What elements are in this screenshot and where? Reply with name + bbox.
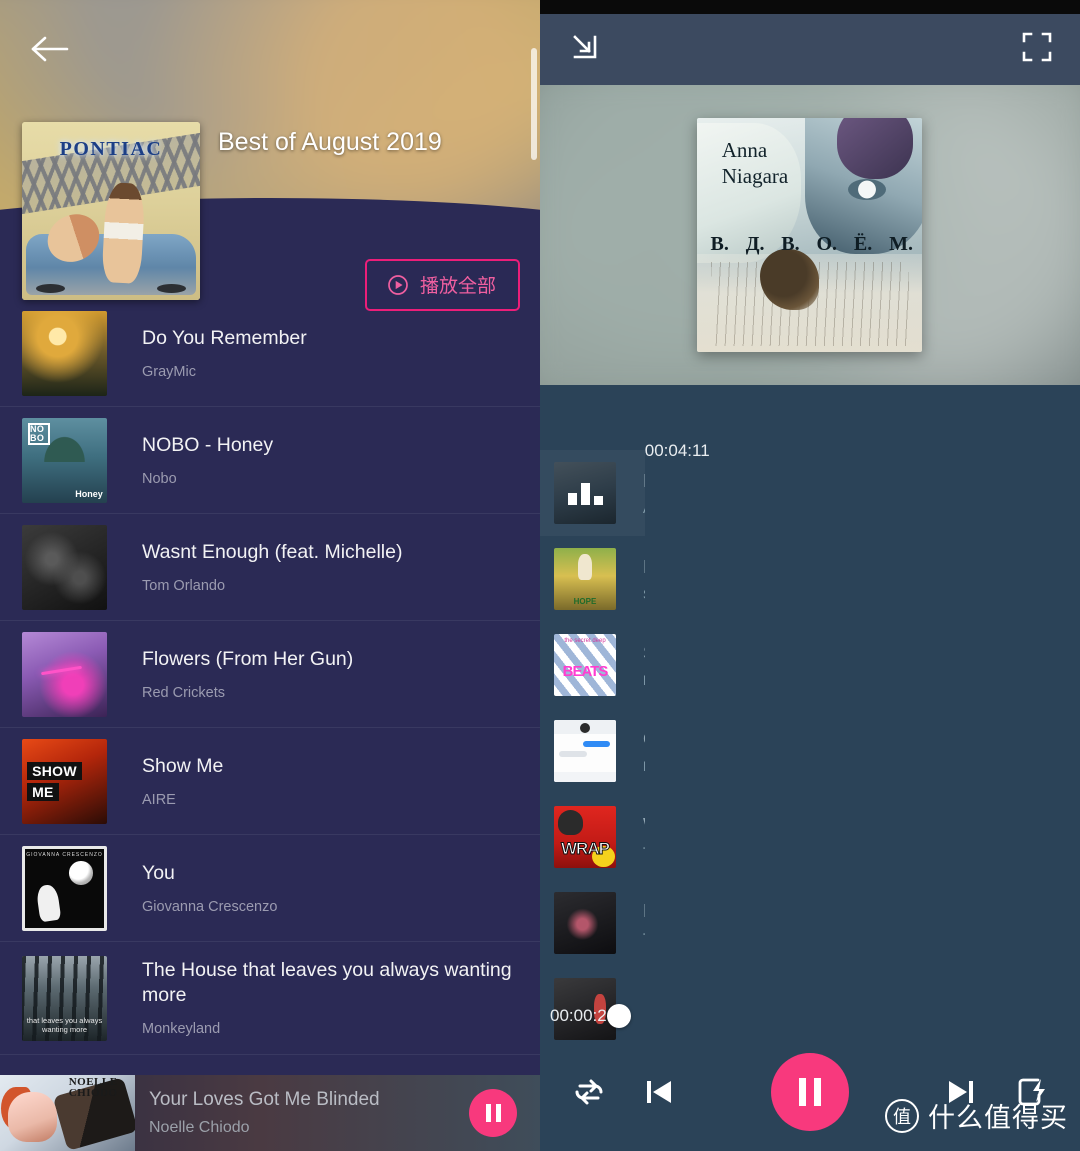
track-artwork: [22, 631, 107, 717]
track-meta: Do You Remember GrayMic: [142, 326, 524, 381]
track-meta: Flowers (From Her Gun) Red Crickets: [142, 647, 524, 702]
track-artist: Giovanna Crescenzo: [142, 898, 278, 915]
artwork-label: NOELLE CHIODO: [68, 1076, 118, 1100]
queue-artwork: the secret deep BEATS: [554, 634, 616, 696]
table-row[interactable]: Flowers (From Her Gun) Red Crickets: [0, 621, 540, 728]
table-row[interactable]: that leaves you always wanting more The …: [0, 942, 540, 1055]
artwork-label-secondary: Honey: [75, 489, 103, 500]
queue-artwork: [554, 720, 616, 782]
cover-art-label: PONTIAC: [59, 138, 163, 161]
track-title: Show Me: [142, 754, 224, 777]
track-artist: Monkeyland: [142, 1021, 221, 1037]
play-all-label: 播放全部: [419, 276, 496, 297]
track-artwork: SHOW ME: [22, 738, 107, 824]
pause-icon[interactable]: [469, 1089, 517, 1137]
artwork-label: SHOW: [27, 762, 82, 781]
page-title: Best of August 2019: [218, 128, 442, 156]
status-bar: [540, 0, 1080, 14]
queue-artwork: [554, 462, 616, 524]
track-artwork: [22, 310, 107, 396]
queue-artwork: HOPE: [554, 548, 616, 610]
track-title: Do You Remember: [142, 326, 307, 349]
track-title: Wasnt Enough (feat. Michelle): [142, 540, 403, 563]
artwork-label: HOPE: [573, 597, 597, 607]
pause-icon[interactable]: [771, 1052, 849, 1131]
mini-player-artist: Noelle Chiodo: [149, 1119, 250, 1136]
artwork-label: BEATS: [562, 662, 609, 680]
playlist-cover-art[interactable]: PONTIAC: [22, 122, 200, 300]
repeat-icon[interactable]: [558, 1073, 620, 1111]
mini-player-bar[interactable]: NOELLE CHIODO Your Loves Got Me Blinded …: [0, 1075, 540, 1151]
track-meta: You Giovanna Crescenzo: [142, 861, 524, 916]
track-title: Flowers (From Her Gun): [142, 647, 354, 670]
track-artist: Tom Orlando: [142, 577, 226, 594]
queue-artwork: WRAP: [554, 806, 616, 868]
artwork-label: GIOVANNA CRESCENZO: [26, 851, 103, 858]
current-time-label: 00:00:2: [550, 1006, 607, 1025]
mini-player-artwork: NOELLE CHIODO: [0, 1075, 135, 1151]
artwork-label-secondary: ME: [27, 782, 59, 801]
collapse-down-right-icon[interactable]: [568, 30, 602, 69]
playlist-scrollbar[interactable]: [531, 48, 537, 160]
player-controls: [540, 1032, 1080, 1151]
artwork-label: that leaves you always wanting more: [26, 1015, 103, 1034]
track-list: Do You Remember GrayMic NO BO Honey NOBO…: [0, 300, 540, 1151]
skip-previous-icon[interactable]: [620, 1075, 698, 1109]
track-title: The House that leaves you always wanting…: [142, 959, 512, 1006]
mini-player-meta: Your Loves Got Me Blinded Noelle Chiodo: [135, 1088, 469, 1138]
track-meta: Wasnt Enough (feat. Michelle) Tom Orland…: [142, 540, 524, 595]
equalizer-playing-icon: [554, 481, 616, 505]
table-row[interactable]: SHOW ME Show Me AIRE: [0, 728, 540, 835]
now-playing-artwork-area: Anna Niagara В. Д. В. О. Ё. М.: [540, 85, 1080, 385]
play-circle-icon: [387, 274, 409, 296]
cast-device-icon[interactable]: [1000, 1075, 1062, 1109]
now-playing-artwork[interactable]: Anna Niagara В. Д. В. О. Ё. М.: [697, 118, 922, 352]
artwork-title-label: В. Д. В. О. Ё. М.: [710, 232, 913, 255]
track-artist: Red Crickets: [142, 684, 225, 701]
player-panel: AnnaNiagara В.Д.В.О.Ё.М. Вдвоём Anna Nia…: [540, 0, 1080, 1151]
artwork-artist-label: Anna Niagara: [721, 137, 789, 188]
artwork-label: WRAP: [561, 839, 611, 859]
track-meta: The House that leaves you always wanting…: [142, 958, 524, 1038]
fullscreen-icon[interactable]: [1022, 32, 1052, 67]
track-artwork: [22, 524, 107, 610]
playback-progress-row: 00:00:2 00:04:11: [540, 440, 1080, 1151]
back-arrow-icon[interactable]: [28, 32, 70, 66]
table-row[interactable]: GIOVANNA CRESCENZO You Giovanna Crescenz…: [0, 835, 540, 942]
queue-artwork: [554, 892, 616, 954]
skip-next-icon[interactable]: [922, 1075, 1000, 1109]
track-artist: Nobo: [142, 470, 177, 487]
track-artwork: NO BO Honey: [22, 417, 107, 503]
play-all-button[interactable]: 播放全部: [364, 259, 520, 311]
track-artwork: that leaves you always wanting more: [22, 955, 107, 1041]
track-title: You: [142, 861, 175, 884]
track-artwork: GIOVANNA CRESCENZO: [22, 845, 107, 931]
progress-knob[interactable]: [606, 1004, 631, 1028]
table-row[interactable]: Do You Remember GrayMic: [0, 300, 540, 407]
player-topbar: [540, 14, 1080, 85]
track-title: NOBO - Honey: [142, 433, 274, 456]
playlist-panel: PONTIAC Best of August 2019 播放全部 Do You …: [0, 0, 540, 1151]
track-meta: Show Me AIRE: [142, 754, 524, 809]
track-artist: AIRE: [142, 791, 176, 808]
mini-player-title: Your Loves Got Me Blinded: [149, 1089, 380, 1110]
track-meta: NOBO - Honey Nobo: [142, 433, 524, 488]
table-row[interactable]: NO BO Honey NOBO - Honey Nobo: [0, 407, 540, 514]
app-screen: PONTIAC Best of August 2019 播放全部 Do You …: [0, 0, 1080, 1151]
artwork-label: NO BO: [27, 422, 51, 445]
table-row[interactable]: Wasnt Enough (feat. Michelle) Tom Orland…: [0, 514, 540, 621]
track-artist: GrayMic: [142, 363, 196, 380]
